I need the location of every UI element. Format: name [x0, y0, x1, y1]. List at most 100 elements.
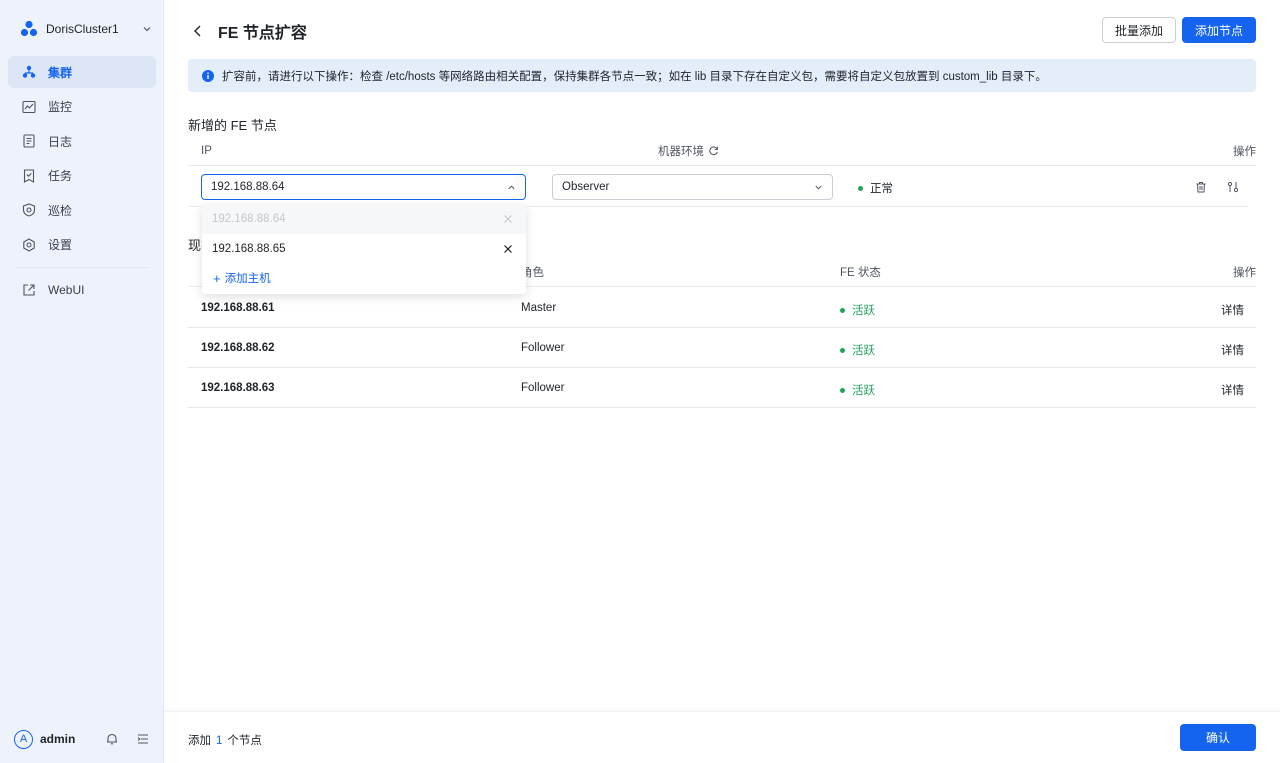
cluster-name: DorisCluster1 [46, 22, 119, 36]
table-row: 192.168.88.61 Master 活跃 详情 [188, 288, 1256, 328]
node-role: Follower [521, 342, 565, 354]
sidebar-item-monitor[interactable]: 监控 [8, 91, 156, 123]
node-status-text: 活跃 [852, 345, 875, 357]
refresh-icon[interactable] [708, 145, 719, 156]
monitor-icon [22, 100, 36, 113]
column-env: 机器环境 [658, 143, 719, 159]
back-arrow-icon[interactable] [190, 23, 206, 39]
option-label: 192.168.88.64 [212, 213, 286, 225]
column-action: 操作 [1233, 145, 1256, 158]
log-icon [23, 134, 35, 148]
chevron-down-icon [815, 185, 822, 190]
status-dot [840, 387, 845, 393]
chevron-up-icon [508, 185, 515, 190]
sidebar-item-label: 设置 [48, 238, 73, 252]
table-row: 192.168.88.62 Follower 活跃 详情 [188, 328, 1256, 368]
node-ip: 192.168.88.62 [201, 342, 275, 354]
collapse-menu-icon[interactable] [136, 732, 150, 746]
status-dot [840, 307, 845, 313]
batch-add-button[interactable]: 批量添加 [1101, 17, 1176, 43]
avatar[interactable]: A [14, 729, 33, 749]
cluster-icon [22, 65, 36, 78]
sidebar-item-cluster[interactable]: 集群 [8, 56, 156, 88]
user-name: admin [40, 732, 76, 746]
node-status: 活跃 [840, 302, 875, 318]
dropdown-option[interactable]: 192.168.88.65 [202, 234, 526, 264]
user-footer: A admin [14, 729, 150, 749]
column-ip: IP [201, 144, 212, 157]
sidebar-item-label: 日志 [48, 134, 73, 149]
node-role: Follower [521, 382, 565, 394]
trash-icon[interactable] [1195, 181, 1207, 193]
env-status-text: 正常 [870, 183, 893, 195]
cluster-selector[interactable]: DorisCluster1 [20, 18, 152, 40]
confirm-button[interactable]: 确认 [1180, 724, 1256, 751]
page-footer: 添加 1 个节点 确认 [164, 711, 1280, 763]
add-count-suffix: 个节点 [227, 735, 262, 747]
option-label: 192.168.88.65 [212, 243, 286, 255]
details-link[interactable]: 详情 [1221, 302, 1244, 318]
status-dot [858, 185, 863, 191]
node-status-text: 活跃 [852, 385, 875, 397]
info-alert: 扩容前，请进行以下操作：检查 /etc/hosts 等网络路由相关配置，保持集群… [188, 59, 1256, 92]
ip-select-value: 192.168.88.64 [211, 181, 285, 193]
add-count-summary: 添加 1 个节点 [188, 732, 262, 748]
bell-icon[interactable] [105, 732, 119, 746]
node-ip: 192.168.88.61 [201, 302, 275, 314]
doris-logo-icon [20, 20, 38, 37]
sidebar-item-label: 巡检 [48, 203, 73, 218]
node-role: Master [521, 302, 557, 314]
chevron-down-icon [143, 27, 151, 32]
sidebar-item-settings[interactable]: 设置 [8, 229, 156, 261]
add-count-value: 1 [216, 735, 223, 747]
ip-select[interactable]: 192.168.88.64 [201, 174, 526, 200]
close-icon[interactable] [503, 244, 513, 254]
ip-dropdown-menu: 192.168.88.64 192.168.88.65 + 添加主机 [202, 204, 526, 294]
role-select-value: Observer [562, 181, 610, 193]
sidebar-item-label: 集群 [48, 65, 73, 80]
status-dot [840, 347, 845, 353]
task-icon [23, 168, 35, 183]
config-icon[interactable] [1227, 181, 1239, 193]
plus-icon: + [213, 270, 221, 286]
node-status: 活跃 [840, 342, 875, 358]
column-fe-status: FE 状态 [840, 266, 881, 279]
details-link[interactable]: 详情 [1221, 382, 1244, 398]
sidebar-item-log[interactable]: 日志 [8, 125, 156, 157]
sidebar-item-inspect[interactable]: 巡检 [8, 194, 156, 226]
sidebar-item-label: 任务 [48, 169, 73, 183]
external-link-icon [23, 283, 35, 296]
info-icon [202, 69, 214, 82]
add-count-prefix: 添加 [188, 735, 211, 747]
sidebar: DorisCluster1 集群 监控 日志 任务 巡检 设置 WebUI A … [0, 0, 164, 763]
alert-text: 扩容前，请进行以下操作：检查 /etc/hosts 等网络路由相关配置，保持集群… [222, 70, 1047, 83]
settings-icon [23, 237, 35, 252]
sidebar-divider [16, 266, 148, 268]
header-actions: 批量添加 添加节点 [1101, 17, 1256, 43]
add-node-button[interactable]: 添加节点 [1181, 17, 1256, 43]
dropdown-option: 192.168.88.64 [202, 204, 526, 234]
node-status-text: 活跃 [852, 305, 875, 317]
sidebar-nav: 集群 监控 日志 任务 巡检 设置 WebUI [8, 56, 156, 308]
page-title: FE 节点扩容 [218, 25, 307, 42]
close-icon [504, 215, 512, 223]
details-link[interactable]: 详情 [1221, 342, 1244, 358]
node-status: 活跃 [840, 382, 875, 398]
sidebar-item-task[interactable]: 任务 [8, 160, 156, 192]
node-ip: 192.168.88.63 [201, 382, 275, 394]
add-host-label: 添加主机 [224, 273, 271, 285]
new-nodes-title: 新增的 FE 节点 [188, 118, 277, 133]
new-nodes-table-header: IP 机器环境 操作 [188, 136, 1256, 166]
inspect-icon [22, 203, 36, 217]
sidebar-item-label: WebUI [48, 282, 85, 297]
main-content: FE 节点扩容 批量添加 添加节点 扩容前，请进行以下操作：检查 /etc/ho… [164, 0, 1280, 763]
add-host-button[interactable]: + 添加主机 [202, 264, 526, 292]
role-select[interactable]: Observer [552, 174, 833, 200]
env-status: 正常 [858, 180, 893, 196]
new-node-row: 192.168.88.64 Observer 正常 [188, 167, 1248, 207]
page-header: FE 节点扩容 批量添加 添加节点 [188, 17, 1256, 44]
column-env-label: 机器环境 [658, 145, 704, 158]
sidebar-item-webui[interactable]: WebUI [8, 274, 156, 306]
column-action: 操作 [1233, 266, 1256, 279]
sidebar-item-label: 监控 [48, 100, 73, 114]
